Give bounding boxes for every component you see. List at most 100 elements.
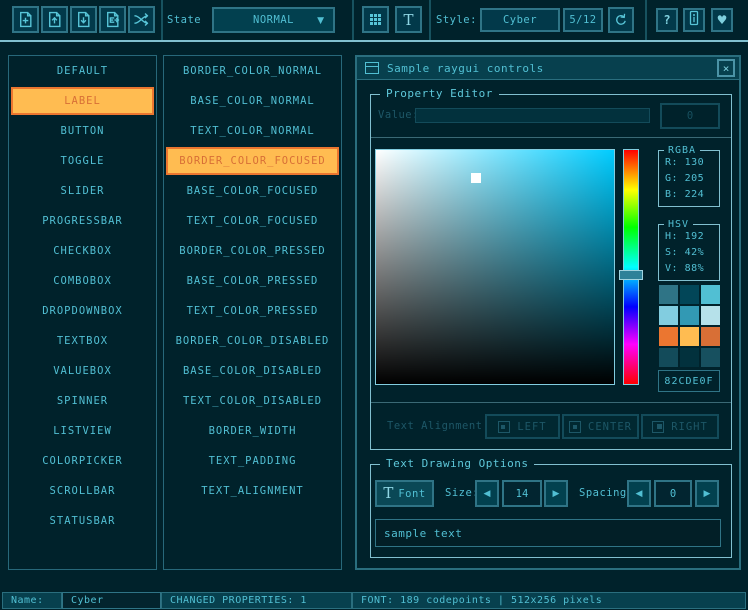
rgba-b: B: 224 (665, 187, 719, 203)
hsv-v: V: 88% (665, 261, 719, 277)
spacing-decrease-button[interactable]: ◀ (627, 480, 651, 507)
list-item[interactable]: BASE_COLOR_NORMAL (166, 87, 339, 115)
align-center-button[interactable]: CENTER (562, 414, 639, 439)
align-right-button[interactable]: RIGHT (641, 414, 719, 439)
list-item[interactable]: BORDER_COLOR_DISABLED (166, 327, 339, 355)
list-item[interactable]: BASE_COLOR_DISABLED (166, 357, 339, 385)
list-item[interactable]: SLIDER (11, 177, 154, 205)
toolbar-separator (429, 0, 431, 40)
hue-slider-handle[interactable] (619, 270, 643, 280)
value-slider[interactable] (415, 108, 650, 123)
palette-swatch[interactable] (701, 306, 720, 325)
window-close-button[interactable]: × (717, 59, 735, 77)
font-button[interactable]: T Font (375, 480, 434, 507)
spacing-value-box[interactable]: 0 (654, 480, 692, 507)
palette-swatch[interactable] (659, 285, 678, 304)
palette-swatch[interactable] (659, 327, 678, 346)
list-item[interactable]: BORDER_COLOR_NORMAL (166, 57, 339, 85)
value-label: Value: (378, 109, 419, 121)
file-new-button[interactable] (12, 6, 39, 33)
size-value-box[interactable]: 14 (502, 480, 542, 507)
sample-text-input[interactable]: sample text (375, 519, 721, 547)
style-color-palette (659, 285, 723, 367)
palette-swatch[interactable] (680, 285, 699, 304)
toolbar-separator (645, 0, 647, 40)
style-random-button[interactable] (128, 6, 155, 33)
list-item[interactable]: BORDER_COLOR_PRESSED (166, 237, 339, 265)
reload-icon (613, 12, 629, 28)
list-item[interactable]: CHECKBOX (11, 237, 154, 265)
list-item[interactable]: TEXTBOX (11, 327, 154, 355)
palette-swatch[interactable] (701, 327, 720, 346)
list-item[interactable]: BORDER_COLOR_FOCUSED (166, 147, 339, 175)
statusbar-name-label: Name: (2, 592, 62, 609)
arrow-right-icon: ▶ (704, 489, 711, 499)
size-increase-button[interactable]: ▶ (544, 480, 568, 507)
style-name-input[interactable]: Cyber (62, 592, 161, 609)
info-icon (687, 10, 701, 30)
hex-value-box[interactable]: 82CDE0F (658, 370, 720, 392)
list-item[interactable]: COMBOBOX (11, 267, 154, 295)
spacing-increase-button[interactable]: ▶ (695, 480, 719, 507)
toolbar: State NORMAL ▼ T Style: Cyber 5/12 ? (0, 0, 748, 42)
list-item[interactable]: BASE_COLOR_PRESSED (166, 267, 339, 295)
list-item[interactable]: TOGGLE (11, 147, 154, 175)
text-icon: T (403, 11, 413, 29)
list-item[interactable]: TEXT_COLOR_PRESSED (166, 297, 339, 325)
rgba-r: R: 130 (665, 155, 719, 171)
palette-swatch[interactable] (701, 348, 720, 367)
list-item[interactable]: PROGRESSBAR (11, 207, 154, 235)
list-item[interactable]: VALUEBOX (11, 357, 154, 385)
list-item[interactable]: COLORPICKER (11, 447, 154, 475)
list-item[interactable]: SPINNER (11, 387, 154, 415)
align-left-button[interactable]: LEFT (485, 414, 560, 439)
list-item[interactable]: LISTVIEW (11, 417, 154, 445)
list-item[interactable]: BUTTON (11, 117, 154, 145)
style-name-button[interactable]: Cyber (480, 8, 560, 32)
list-item[interactable]: TEXT_COLOR_NORMAL (166, 117, 339, 145)
size-decrease-button[interactable]: ◀ (475, 480, 499, 507)
list-item[interactable]: DROPDOWNBOX (11, 297, 154, 325)
controls-list: DEFAULTLABELBUTTONTOGGLESLIDERPROGRESSBA… (8, 55, 157, 570)
style-reload-button[interactable] (608, 7, 634, 33)
sample-controls-window: Sample raygui controls × Property Editor… (355, 55, 741, 570)
question-icon: ? (663, 13, 670, 27)
window-icon (365, 62, 379, 74)
hue-bar[interactable] (623, 149, 639, 385)
palette-swatch[interactable] (680, 327, 699, 346)
grid-toggle-button[interactable] (362, 6, 389, 33)
file-load-button[interactable] (41, 6, 68, 33)
hsv-box: HSV H: 192 S: 42% V: 88% (658, 224, 720, 281)
sponsor-button[interactable]: ♥ (711, 8, 733, 32)
list-item[interactable]: TEXT_PADDING (166, 447, 339, 475)
state-dropdown[interactable]: NORMAL ▼ (212, 7, 335, 33)
file-export-icon (104, 11, 121, 28)
palette-swatch[interactable] (680, 306, 699, 325)
palette-swatch[interactable] (659, 306, 678, 325)
state-label: State (167, 14, 201, 26)
list-item[interactable]: TEXT_COLOR_DISABLED (166, 387, 339, 415)
shuffle-icon (133, 11, 150, 28)
palette-swatch[interactable] (659, 348, 678, 367)
file-save-button[interactable] (70, 6, 97, 33)
list-item[interactable]: TEXT_COLOR_FOCUSED (166, 207, 339, 235)
about-button[interactable] (683, 8, 705, 32)
text-preview-toggle-button[interactable]: T (395, 6, 422, 33)
list-item[interactable]: DEFAULT (11, 57, 154, 85)
value-box[interactable]: 0 (660, 103, 720, 129)
chevron-down-icon: ▼ (317, 16, 324, 26)
color-picker-cursor[interactable] (471, 173, 481, 183)
file-export-button[interactable] (99, 6, 126, 33)
window-titlebar[interactable]: Sample raygui controls × (357, 57, 739, 80)
list-item[interactable]: TEXT_ALIGNMENT (166, 477, 339, 505)
list-item[interactable]: BASE_COLOR_FOCUSED (166, 177, 339, 205)
list-item[interactable]: SCROLLBAR (11, 477, 154, 505)
list-item[interactable]: BORDER_WIDTH (166, 417, 339, 445)
color-picker-panel[interactable] (375, 149, 615, 385)
palette-swatch[interactable] (701, 285, 720, 304)
help-button[interactable]: ? (656, 8, 678, 32)
palette-swatch[interactable] (680, 348, 699, 367)
list-item[interactable]: LABEL (11, 87, 154, 115)
list-item[interactable]: STATUSBAR (11, 507, 154, 535)
style-counter: 5/12 (563, 8, 603, 32)
